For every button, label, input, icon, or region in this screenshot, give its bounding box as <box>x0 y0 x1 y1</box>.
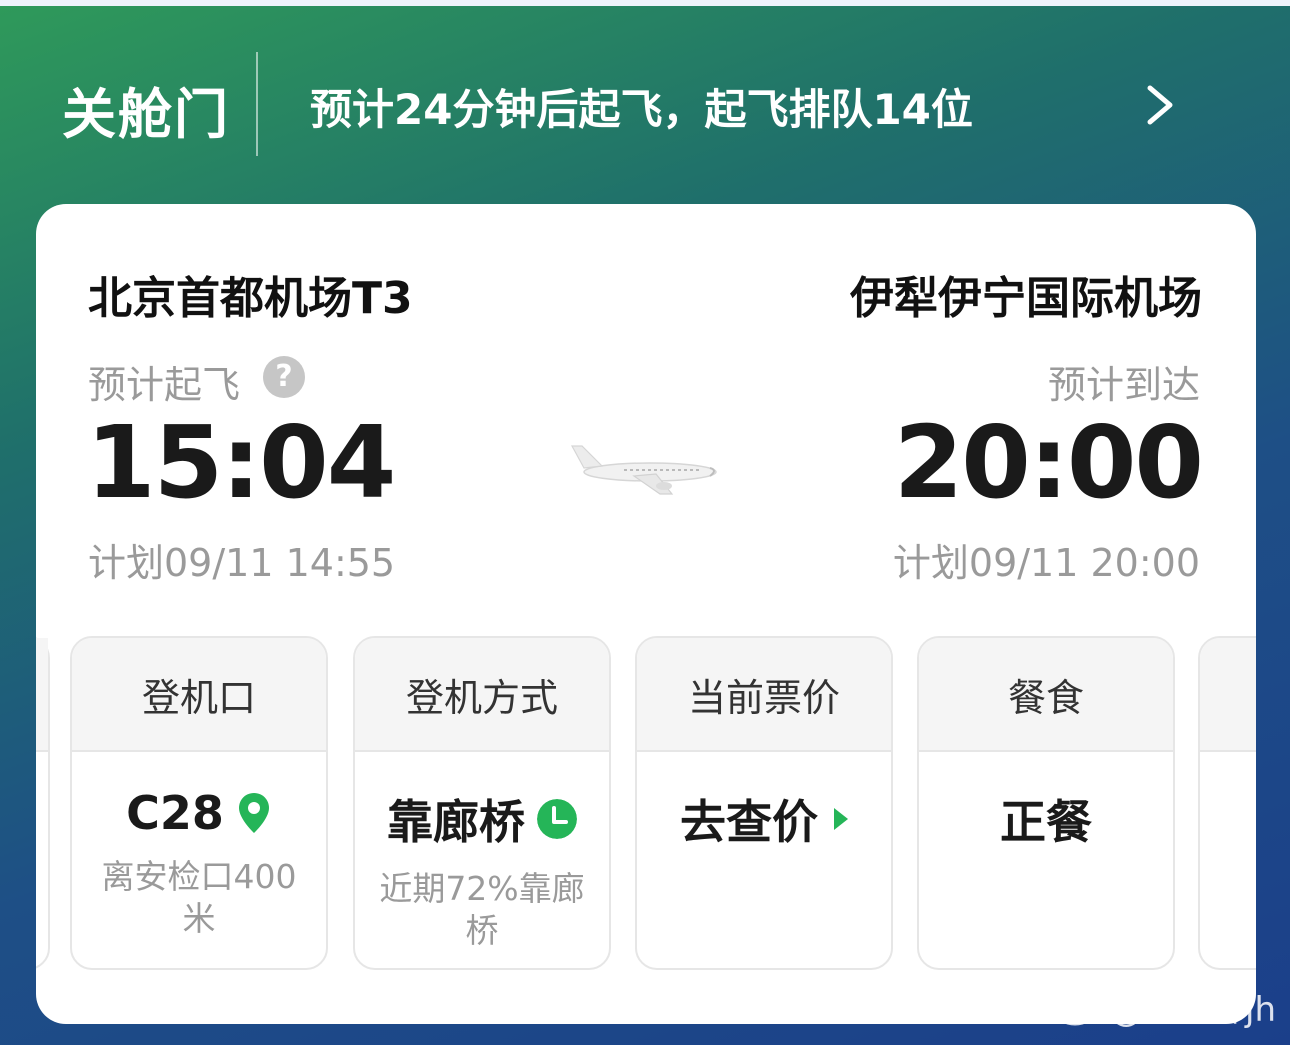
flight-status-banner[interactable]: 关舱门 预计24分钟后起飞，起飞排队14位 <box>0 40 1290 170</box>
tile-gate-value-row: C28 <box>72 786 326 840</box>
tile-boarding-title: 登机方式 <box>355 638 609 752</box>
info-tile-partial-right[interactable] <box>1198 636 1256 970</box>
watermark: @张建辉jh <box>1055 982 1276 1031</box>
tile-ticket-price[interactable]: 当前票价 去查价 <box>635 636 893 970</box>
chevron-right-icon[interactable] <box>1140 82 1180 128</box>
arrival-label: 预计到达 <box>1047 363 1200 407</box>
flight-info-card: 北京首都机场T3 伊犁伊宁国际机场 预计起飞 ? 预计到达 15:04 20:0… <box>36 204 1256 1024</box>
departure-planned-time: 计划09/11 14:55 <box>88 541 396 585</box>
tile-header <box>36 638 48 752</box>
tile-boarding-sub: 近期72%靠廊桥 <box>379 869 585 950</box>
arrival-time: 20:00 <box>893 404 1204 521</box>
top-strip <box>0 0 1290 6</box>
tile-boarding-method[interactable]: 登机方式 靠廊桥 近期72%靠廊桥 <box>353 636 611 970</box>
arrival-planned-time: 计划09/11 20:00 <box>892 541 1200 585</box>
tile-gate-value: C28 <box>126 786 224 840</box>
tile-meal[interactable]: 餐食 正餐 <box>917 636 1175 970</box>
location-pin-icon <box>238 793 269 833</box>
tile-header <box>1200 638 1256 752</box>
clock-icon <box>537 799 577 839</box>
tile-price-title: 当前票价 <box>637 638 891 752</box>
info-tile-partial-left[interactable] <box>36 636 50 970</box>
flight-status-message: 预计24分钟后起飞，起飞排队14位 <box>310 85 973 134</box>
weibo-icon <box>1055 992 1101 1025</box>
tile-gate-title: 登机口 <box>72 638 326 752</box>
departure-airport[interactable]: 北京首都机场T3 <box>88 262 413 326</box>
tile-meal-value-row: 正餐 <box>919 786 1173 852</box>
tile-boarding-value: 靠廊桥 <box>387 795 525 849</box>
airplane-icon <box>570 445 717 495</box>
departure-time: 15:04 <box>86 404 396 521</box>
play-arrow-icon <box>834 808 848 830</box>
header-divider <box>256 52 258 156</box>
flight-status-title: 关舱门 <box>62 83 230 146</box>
help-icon[interactable]: ? <box>263 356 305 398</box>
check-price-link[interactable]: 去查价 <box>680 786 818 852</box>
tile-meal-value: 正餐 <box>1000 795 1092 849</box>
tile-meal-title: 餐食 <box>919 638 1173 752</box>
watermark-text: @张建辉jh <box>1109 990 1276 1030</box>
tile-boarding-value-row: 靠廊桥 <box>355 786 609 852</box>
tile-gate-sub: 离安检口400米 <box>101 857 297 938</box>
arrival-airport[interactable]: 伊犁伊宁国际机场 <box>850 262 1202 326</box>
tile-gate[interactable]: 登机口 C28 离安检口400米 <box>70 636 328 970</box>
tile-price-value-row[interactable]: 去查价 <box>637 786 891 852</box>
departure-label: 预计起飞 <box>88 363 241 407</box>
